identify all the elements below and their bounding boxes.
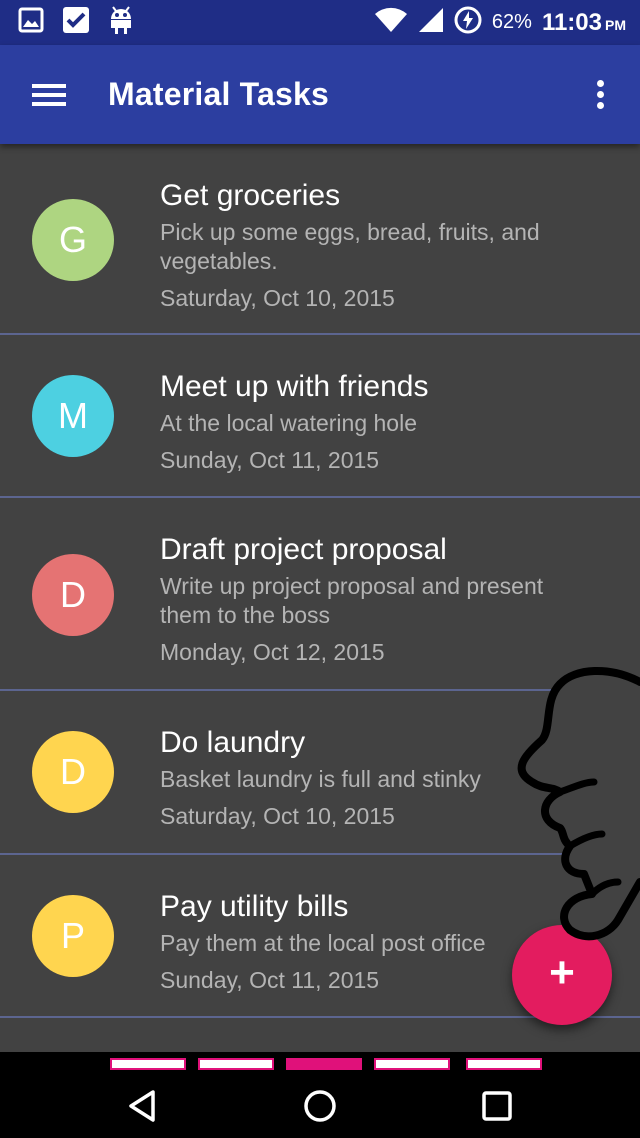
screen: 62% 11:03 PM Material Tasks G Get groceri…	[0, 0, 640, 1138]
home-button[interactable]	[290, 1076, 350, 1136]
battery-charging-icon	[454, 6, 482, 39]
page-indicator	[286, 1058, 362, 1070]
overflow-menu-button[interactable]	[560, 45, 640, 144]
home-icon	[304, 1090, 336, 1122]
task-avatar: D	[32, 731, 114, 813]
app-bar: Material Tasks	[0, 45, 640, 144]
hamburger-menu-icon	[32, 83, 66, 106]
page-indicators	[0, 1058, 640, 1072]
recents-icon	[482, 1091, 512, 1121]
back-icon	[129, 1090, 155, 1122]
more-vert-icon	[596, 80, 604, 87]
task-avatar: D	[32, 554, 114, 636]
cell-signal-icon	[418, 7, 444, 38]
task-title: Meet up with friends	[160, 370, 429, 403]
task-item[interactable]: M Meet up with friends At the local wate…	[0, 335, 640, 498]
recents-button[interactable]	[467, 1076, 527, 1136]
page-indicator	[110, 1058, 186, 1070]
page-indicator	[198, 1058, 274, 1070]
task-description: Write up project proposal and present th…	[160, 573, 544, 628]
android-icon	[108, 5, 134, 40]
image-icon	[18, 7, 44, 38]
add-icon: +	[549, 948, 575, 997]
task-description: Pick up some eggs, bread, fruits, and ve…	[160, 219, 540, 274]
status-bar: 62% 11:03 PM	[0, 0, 640, 45]
navigation-menu-button[interactable]	[0, 45, 100, 144]
task-title: Draft project proposal	[160, 533, 447, 566]
page-indicator	[374, 1058, 450, 1070]
task-avatar: M	[32, 375, 114, 457]
pointing-hand-icon	[517, 667, 640, 941]
task-content: Draft project proposal Write up project …	[160, 532, 600, 667]
task-avatar: G	[32, 199, 114, 281]
clock-ampm: PM	[605, 16, 626, 33]
task-title: Get groceries	[160, 179, 341, 212]
clock-time: 11:03	[541, 8, 602, 36]
page-indicator	[466, 1058, 542, 1070]
task-item[interactable]: G Get groceries Pick up some eggs, bread…	[0, 144, 640, 335]
battery-percent: 62%	[491, 11, 532, 33]
back-button[interactable]	[113, 1076, 173, 1136]
checkbox-icon	[62, 6, 90, 39]
system-status: 62% 11:03 PM	[374, 6, 640, 39]
app-title: Material Tasks	[108, 76, 329, 112]
task-date: Saturday, Oct 10, 2015	[160, 285, 395, 311]
task-content: Meet up with friends At the local wateri…	[160, 369, 600, 475]
clock: 11:03 PM	[542, 9, 626, 37]
task-description: At the local watering hole	[160, 410, 417, 436]
task-avatar: P	[32, 895, 114, 977]
notification-icons	[0, 5, 134, 40]
task-content: Get groceries Pick up some eggs, bread, …	[160, 178, 600, 313]
system-navigation-bar	[0, 1052, 640, 1138]
task-date: Sunday, Oct 11, 2015	[160, 447, 380, 473]
wifi-icon	[374, 7, 408, 38]
